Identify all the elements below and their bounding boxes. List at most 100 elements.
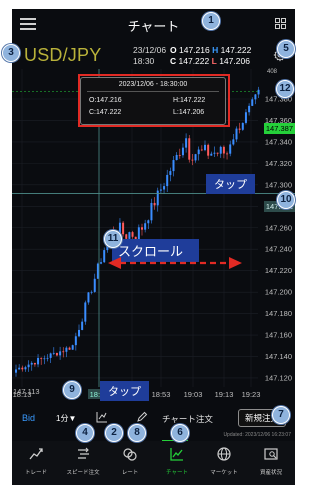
candle-body <box>30 362 33 365</box>
nav-label: スピード注文 <box>66 470 100 476</box>
candle-body <box>210 153 213 156</box>
candle-time: 18:30 <box>133 56 155 66</box>
price-tick-label: 147.140 <box>265 352 292 361</box>
nav-label: チャート <box>166 470 188 476</box>
callout-badge-6: 6 <box>171 424 189 442</box>
candle-body <box>235 128 238 140</box>
top-price-fragment: 408 <box>266 69 277 75</box>
nav-item-assets[interactable]: 資産状況 <box>247 446 295 482</box>
candle-body <box>153 202 156 206</box>
high-value: 147.222 <box>220 45 252 55</box>
chart-toolbar: Bid 1分▼ チャート注文 新規注文 <box>12 406 295 432</box>
candle-body <box>24 367 27 370</box>
candle-body <box>147 220 150 224</box>
callout-badge-7: 7 <box>272 406 290 424</box>
candlestick-chart[interactable]: 147.380 147.360 147.340 147.320 147.300 147.2… <box>12 69 295 401</box>
candle-body <box>71 345 74 350</box>
nav-label: レート <box>121 470 139 476</box>
price-tick-label: 147.160 <box>265 331 292 340</box>
nav-item-rate[interactable]: レート <box>106 446 154 482</box>
candle-body <box>81 321 84 330</box>
scroll-arrow <box>108 257 242 269</box>
bid-ask-toggle[interactable]: Bid <box>22 413 35 423</box>
candle-body <box>216 152 219 154</box>
bottom-navigation: トレード スピード注文 レート チャート マーケット 資産状況 <box>12 441 295 485</box>
low-value: 147.206 <box>219 56 250 66</box>
candle-body <box>200 149 203 151</box>
time-tick-label: 19:23 <box>242 390 261 399</box>
candle-date: 23/12/06 <box>133 45 167 55</box>
candle-body <box>27 364 30 368</box>
updated-timestamp: Updated: 2023/12/06 16:23:07 <box>223 432 291 438</box>
symbol-info-bar: USD/JPY 23/12/06 18:30 O 147.216 H 147.2… <box>12 39 295 69</box>
callout-badge-1: 1 <box>202 12 220 30</box>
close-label: C <box>170 56 177 66</box>
nav-item-speed-order[interactable]: スピード注文 <box>59 446 107 482</box>
current-price-marker: 147.387 <box>263 123 295 134</box>
candle-body <box>257 89 260 95</box>
nav-item-market[interactable]: マーケット <box>200 446 248 482</box>
candle-body <box>194 154 197 161</box>
candle-body <box>207 144 210 156</box>
grid-layout-icon[interactable] <box>275 18 287 30</box>
candle-body <box>74 336 77 346</box>
candle-body <box>169 171 172 175</box>
candle-body <box>84 302 87 322</box>
indicator-icon[interactable] <box>96 411 108 423</box>
candle-body <box>40 357 43 359</box>
price-tick-label: 147.200 <box>265 288 292 297</box>
price-tick-label: 147.320 <box>265 159 292 168</box>
nav-label: マーケット <box>210 470 238 476</box>
candle-body <box>219 146 222 154</box>
price-tick-label: 147.260 <box>265 223 292 232</box>
nav-label: トレード <box>24 470 47 476</box>
candle-body <box>21 367 24 370</box>
candle-body <box>46 357 49 359</box>
price-tick-label: 147.180 <box>265 309 292 318</box>
rate-coin-icon <box>123 448 137 461</box>
candle-body <box>52 352 55 354</box>
callout-badge-4: 4 <box>76 424 94 442</box>
candle-body <box>166 174 169 187</box>
candle-body <box>229 144 232 154</box>
candle-body <box>163 186 166 190</box>
candle-body <box>100 262 103 264</box>
candle-body <box>37 357 40 365</box>
callout-badge-3: 3 <box>2 44 20 62</box>
draw-pencil-icon[interactable] <box>136 411 148 423</box>
candle-body <box>254 94 257 100</box>
candle-body <box>18 367 21 370</box>
candle-body <box>87 292 90 303</box>
low-label: L <box>211 56 217 66</box>
nav-item-trade[interactable]: トレード <box>12 446 60 482</box>
candle-body <box>78 329 80 337</box>
callout-badge-9: 9 <box>63 381 81 399</box>
currency-pair-selector[interactable]: USD/JPY <box>24 45 101 66</box>
candle-body <box>131 232 134 237</box>
candle-body <box>90 291 93 293</box>
candle-body <box>122 222 125 235</box>
close-value: 147.222 <box>178 56 210 66</box>
candle-body <box>141 227 143 230</box>
candle-body <box>222 146 225 154</box>
candle-body <box>144 223 147 230</box>
chart-order-button[interactable]: チャート注文 <box>162 413 213 425</box>
candle-body <box>191 159 194 161</box>
candle-body <box>178 154 181 156</box>
candle-body <box>244 112 247 123</box>
nav-item-chart[interactable]: チャート <box>153 446 201 482</box>
candle-body <box>213 152 216 154</box>
price-tick-label: 147.120 <box>265 373 292 382</box>
candle-body <box>181 147 184 156</box>
popup-highlight-frame <box>78 74 230 127</box>
candle-body <box>49 353 52 358</box>
price-tick-label: 147.340 <box>265 137 292 146</box>
open-label: O <box>170 45 177 55</box>
candle-body <box>232 139 235 145</box>
candle-body <box>175 154 178 161</box>
candle-body <box>197 149 200 155</box>
price-tick-label: 147.240 <box>265 245 292 254</box>
callout-badge-8: 8 <box>128 424 146 442</box>
interval-selector[interactable]: 1分▼ <box>56 413 76 424</box>
ohlc-values: O 147.216 H 147.222 C 147.222 L 147.206 <box>170 45 251 67</box>
